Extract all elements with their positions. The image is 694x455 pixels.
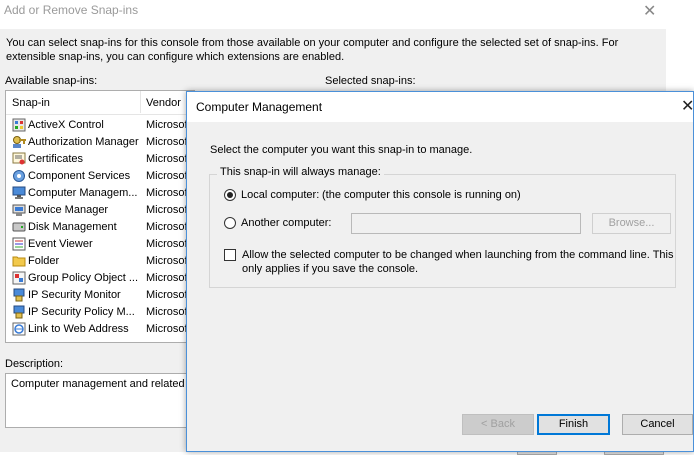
snapin-vendor: Microsof (146, 187, 188, 199)
snapin-vendor: Microsof (146, 289, 188, 301)
list-item[interactable]: Disk Management Microsof (6, 219, 194, 236)
bg-close-icon[interactable]: ✕ (643, 1, 656, 21)
bg-description-line-2: extensible snap-ins, you can configure w… (6, 51, 345, 63)
snapin-vendor: Microsof (146, 221, 188, 233)
local-computer-hint: (the computer this console is running on… (322, 189, 521, 201)
ipsec-icon (13, 288, 25, 302)
list-item[interactable]: Certificates Microsof (6, 151, 194, 168)
authorization-icon (13, 136, 26, 148)
snapin-vendor: Microsof (146, 306, 188, 318)
background-right-strip (666, 0, 694, 90)
snapin-name: Event Viewer (28, 238, 93, 250)
computer-icon (12, 186, 26, 199)
another-computer-input[interactable] (351, 213, 581, 234)
activex-icon (12, 118, 26, 132)
list-item[interactable]: Event Viewer Microsof (6, 236, 194, 253)
group-label: This snap-in will always manage: (217, 166, 384, 178)
snapin-name: Component Services (28, 170, 131, 182)
policy-icon (12, 271, 26, 285)
list-item[interactable]: ActiveX Control Microsof (6, 117, 194, 134)
dialog-title: Computer Management (196, 100, 323, 114)
local-computer-radio[interactable] (224, 189, 236, 201)
dialog-instruction: Select the computer you want this snap-i… (210, 144, 473, 156)
snapin-name: Folder (28, 255, 60, 267)
disk-icon (12, 222, 26, 232)
snapin-name: Authorization Manager (28, 136, 139, 148)
local-computer-label[interactable]: Local computer: (241, 189, 319, 201)
bg-description-line-1: You can select snap-ins for this console… (6, 37, 619, 49)
column-header-vendor[interactable]: Vendor (146, 97, 181, 109)
selected-snapins-label: Selected snap-ins: (325, 75, 416, 87)
allow-change-label-line-1[interactable]: Allow the selected computer to be change… (242, 249, 674, 261)
list-item[interactable]: IP Security Monitor Microsof (6, 287, 194, 304)
description-box: Computer management and related s (5, 373, 190, 428)
list-item[interactable]: Component Services Microsof (6, 168, 194, 185)
snapin-name: Disk Management (28, 221, 117, 233)
snapin-name: Computer Managem... (28, 187, 138, 199)
list-item[interactable]: Authorization Manager Microsof (6, 134, 194, 151)
event-icon (12, 237, 26, 251)
column-separator (140, 91, 141, 113)
column-header-snapin[interactable]: Snap-in (12, 97, 50, 109)
snapin-name: Certificates (28, 153, 84, 165)
snapin-vendor: Microsof (146, 204, 188, 216)
certificate-icon (12, 152, 26, 165)
component-icon (13, 170, 25, 182)
snapin-vendor: Microsof (146, 153, 188, 165)
snapin-vendor: Microsof (146, 136, 188, 148)
allow-change-checkbox[interactable] (224, 249, 236, 261)
list-item[interactable]: Group Policy Object ... Microsof (6, 270, 194, 287)
back-button[interactable]: < Back (462, 414, 534, 435)
close-icon[interactable]: ✕ (681, 96, 694, 116)
snapin-vendor: Microsof (146, 119, 188, 131)
available-snapins-list[interactable]: Snap-in Vendor ActiveX Control Microsof … (5, 90, 195, 343)
link-icon (12, 322, 26, 336)
snapin-vendor: Microsof (146, 323, 188, 335)
list-item[interactable]: IP Security Policy M... Microsof (6, 304, 194, 321)
description-heading: Description: (5, 358, 64, 370)
list-item[interactable]: Folder Microsof (6, 253, 194, 270)
description-text: Computer management and related s (11, 378, 190, 390)
ipsec-icon (13, 305, 25, 319)
snapin-vendor: Microsof (146, 170, 188, 182)
list-header: Snap-in Vendor (6, 91, 194, 115)
bg-window-title: Add or Remove Snap-ins (4, 3, 139, 17)
folder-icon (12, 256, 26, 267)
snapin-name: Device Manager (28, 204, 109, 216)
available-snapins-label: Available snap-ins: (5, 75, 98, 87)
allow-change-label-line-2: only applies if you save the console. (242, 263, 419, 275)
snapin-name: IP Security Monitor (28, 289, 121, 301)
another-computer-radio[interactable] (224, 217, 236, 229)
cancel-button[interactable]: Cancel (622, 414, 693, 435)
snapin-vendor: Microsof (146, 238, 188, 250)
another-computer-label[interactable]: Another computer: (241, 217, 332, 229)
device-icon (12, 204, 26, 216)
finish-button[interactable]: Finish (537, 414, 610, 435)
snapin-name: ActiveX Control (28, 119, 104, 131)
bg-titlebar: Add or Remove Snap-ins ✕ (0, 0, 666, 22)
browse-button[interactable]: Browse... (592, 213, 671, 234)
snapin-vendor: Microsof (146, 255, 188, 267)
snapin-name: Group Policy Object ... (28, 272, 139, 284)
snapin-name: IP Security Policy M... (28, 306, 135, 318)
computer-management-dialog: Computer Management ✕ Select the compute… (186, 91, 694, 452)
snapin-vendor: Microsof (146, 272, 188, 284)
snapin-name: Link to Web Address (28, 323, 129, 335)
list-item[interactable]: Computer Managem... Microsof (6, 185, 194, 202)
list-item[interactable]: Link to Web Address Microsof (6, 321, 194, 338)
dialog-titlebar: Computer Management ✕ (187, 92, 694, 122)
list-item[interactable]: Device Manager Microsof (6, 202, 194, 219)
